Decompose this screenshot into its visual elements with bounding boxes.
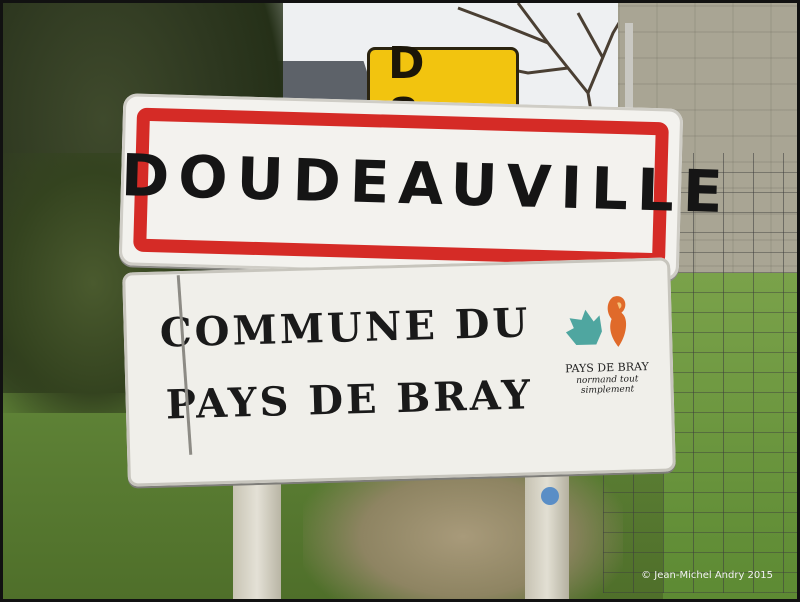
photo-frame: D 8 DOUDEAUVILLE COMMUNE DU PAYS DE BRAY… (0, 0, 800, 602)
photo-credit: © Jean-Michel Andry 2015 (641, 570, 773, 581)
pays-de-bray-logo: PAYS DE BRAY normand tout simplement (555, 288, 658, 401)
commune-line-1: COMMUNE DU (159, 299, 532, 357)
pays-de-bray-logo-icon (565, 296, 627, 347)
town-entry-sign: DOUDEAUVILLE (118, 93, 732, 281)
blue-marker (541, 487, 559, 505)
logo-tagline: normand tout simplement (576, 374, 639, 396)
commune-sign: COMMUNE DU PAYS DE BRAY PAYS DE BRAY nor… (122, 257, 676, 487)
sign-post-left (233, 473, 281, 599)
commune-line-2: PAYS DE BRAY (165, 371, 534, 429)
photo: D 8 DOUDEAUVILLE COMMUNE DU PAYS DE BRAY… (3, 3, 797, 599)
